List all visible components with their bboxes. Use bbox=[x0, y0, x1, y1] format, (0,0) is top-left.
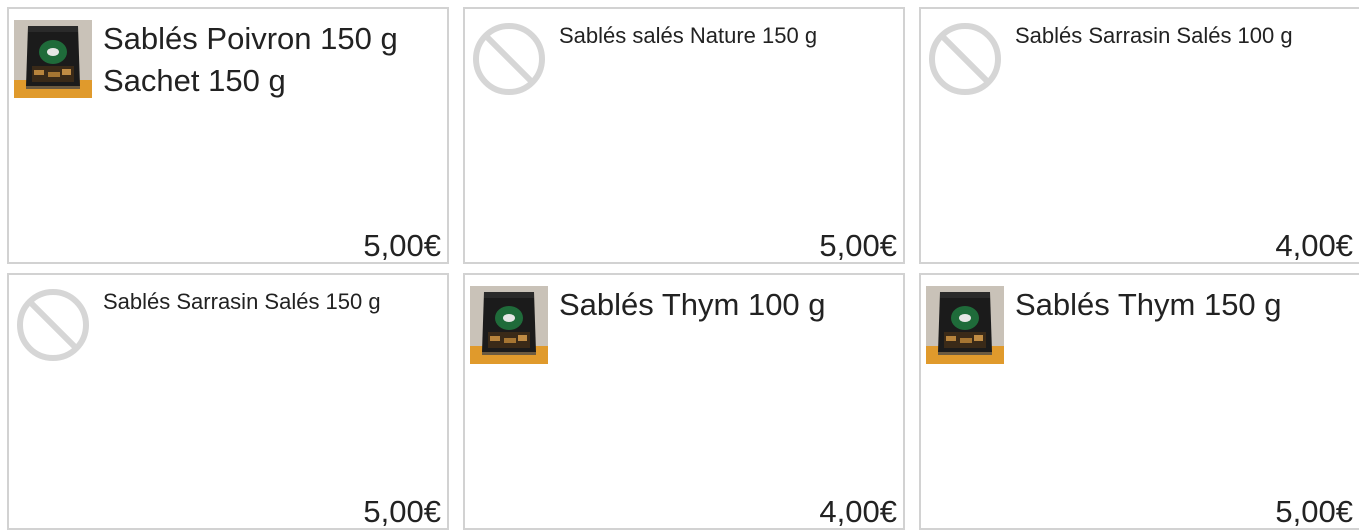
product-price: 5,00€ bbox=[363, 494, 441, 529]
product-price: 5,00€ bbox=[1275, 494, 1353, 529]
product-title[interactable]: Sablés Thym 150 g bbox=[1015, 284, 1353, 326]
product-title[interactable]: Sablés Sarrasin Salés 100 g bbox=[1015, 21, 1353, 51]
product-title-line: Sablés Sarrasin Salés 150 g bbox=[103, 289, 381, 314]
product-card[interactable]: Sablés salés Nature 150 g 5,00€ bbox=[463, 7, 905, 264]
product-price: 5,00€ bbox=[819, 228, 897, 263]
product-title-line: Sablés Poivron 150 g bbox=[103, 21, 398, 56]
no-image-icon[interactable] bbox=[14, 286, 92, 364]
no-image-icon[interactable] bbox=[926, 20, 1004, 98]
product-title[interactable]: Sablés Poivron 150 g Sachet 150 g bbox=[103, 18, 441, 102]
product-title-line: Sablés Thym 100 g bbox=[559, 287, 826, 322]
product-price: 4,00€ bbox=[1275, 228, 1353, 263]
product-title-line: Sablés salés Nature 150 g bbox=[559, 23, 818, 48]
product-card[interactable]: Sablés Sarrasin Salés 100 g 4,00€ bbox=[919, 7, 1359, 264]
product-price: 5,00€ bbox=[363, 228, 441, 263]
product-title[interactable]: Sablés salés Nature 150 g bbox=[559, 21, 897, 51]
product-title-line: Sablés Thym 150 g bbox=[1015, 287, 1282, 322]
product-image[interactable] bbox=[470, 286, 548, 364]
product-card[interactable]: Sablés Thym 150 g 5,00€ bbox=[919, 273, 1359, 530]
product-card[interactable]: Sablés Sarrasin Salés 150 g 5,00€ bbox=[7, 273, 449, 530]
no-image-icon[interactable] bbox=[470, 20, 548, 98]
product-card[interactable]: Sablés Thym 100 g 4,00€ bbox=[463, 273, 905, 530]
product-card[interactable]: Sablés Poivron 150 g Sachet 150 g 5,00€ bbox=[7, 7, 449, 264]
product-title[interactable]: Sablés Sarrasin Salés 150 g bbox=[103, 287, 441, 317]
product-price: 4,00€ bbox=[819, 494, 897, 529]
product-title[interactable]: Sablés Thym 100 g bbox=[559, 284, 897, 326]
product-image[interactable] bbox=[926, 286, 1004, 364]
product-image[interactable] bbox=[14, 20, 92, 98]
product-title-line: Sachet 150 g bbox=[103, 63, 286, 98]
product-title-line: Sablés Sarrasin Salés 100 g bbox=[1015, 23, 1293, 48]
